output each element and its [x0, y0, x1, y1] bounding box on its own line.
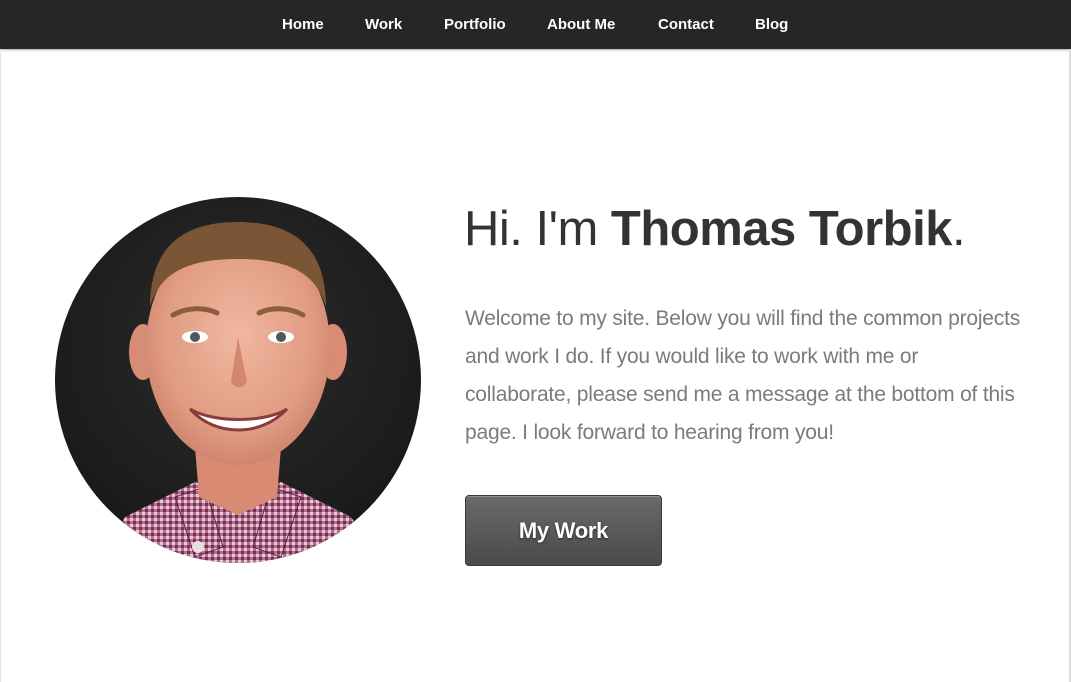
hero-period: . — [951, 202, 966, 256]
nav-item-contact[interactable]: Contact — [658, 0, 714, 49]
hero-headline: Hi. I'm Thomas Torbik. — [464, 198, 966, 260]
my-work-button[interactable]: My Work — [465, 495, 662, 566]
nav-item-about-me[interactable]: About Me — [547, 0, 615, 49]
page-border-left — [0, 49, 1, 682]
hero-intro-text: Welcome to my site. Below you will find … — [465, 307, 1021, 444]
nav-item-work[interactable]: Work — [365, 0, 402, 49]
profile-photo-image — [55, 197, 421, 563]
top-navigation-bar: Home Work Portfolio About Me Contact Blo… — [0, 0, 1071, 49]
nav-item-home[interactable]: Home — [282, 0, 324, 49]
hero-name: Thomas Torbik — [610, 202, 953, 256]
nav-item-portfolio[interactable]: Portfolio — [444, 0, 506, 49]
nav-item-blog[interactable]: Blog — [755, 0, 788, 49]
profile-photo — [55, 197, 421, 563]
hero-greeting: Hi. I'm — [464, 202, 611, 256]
